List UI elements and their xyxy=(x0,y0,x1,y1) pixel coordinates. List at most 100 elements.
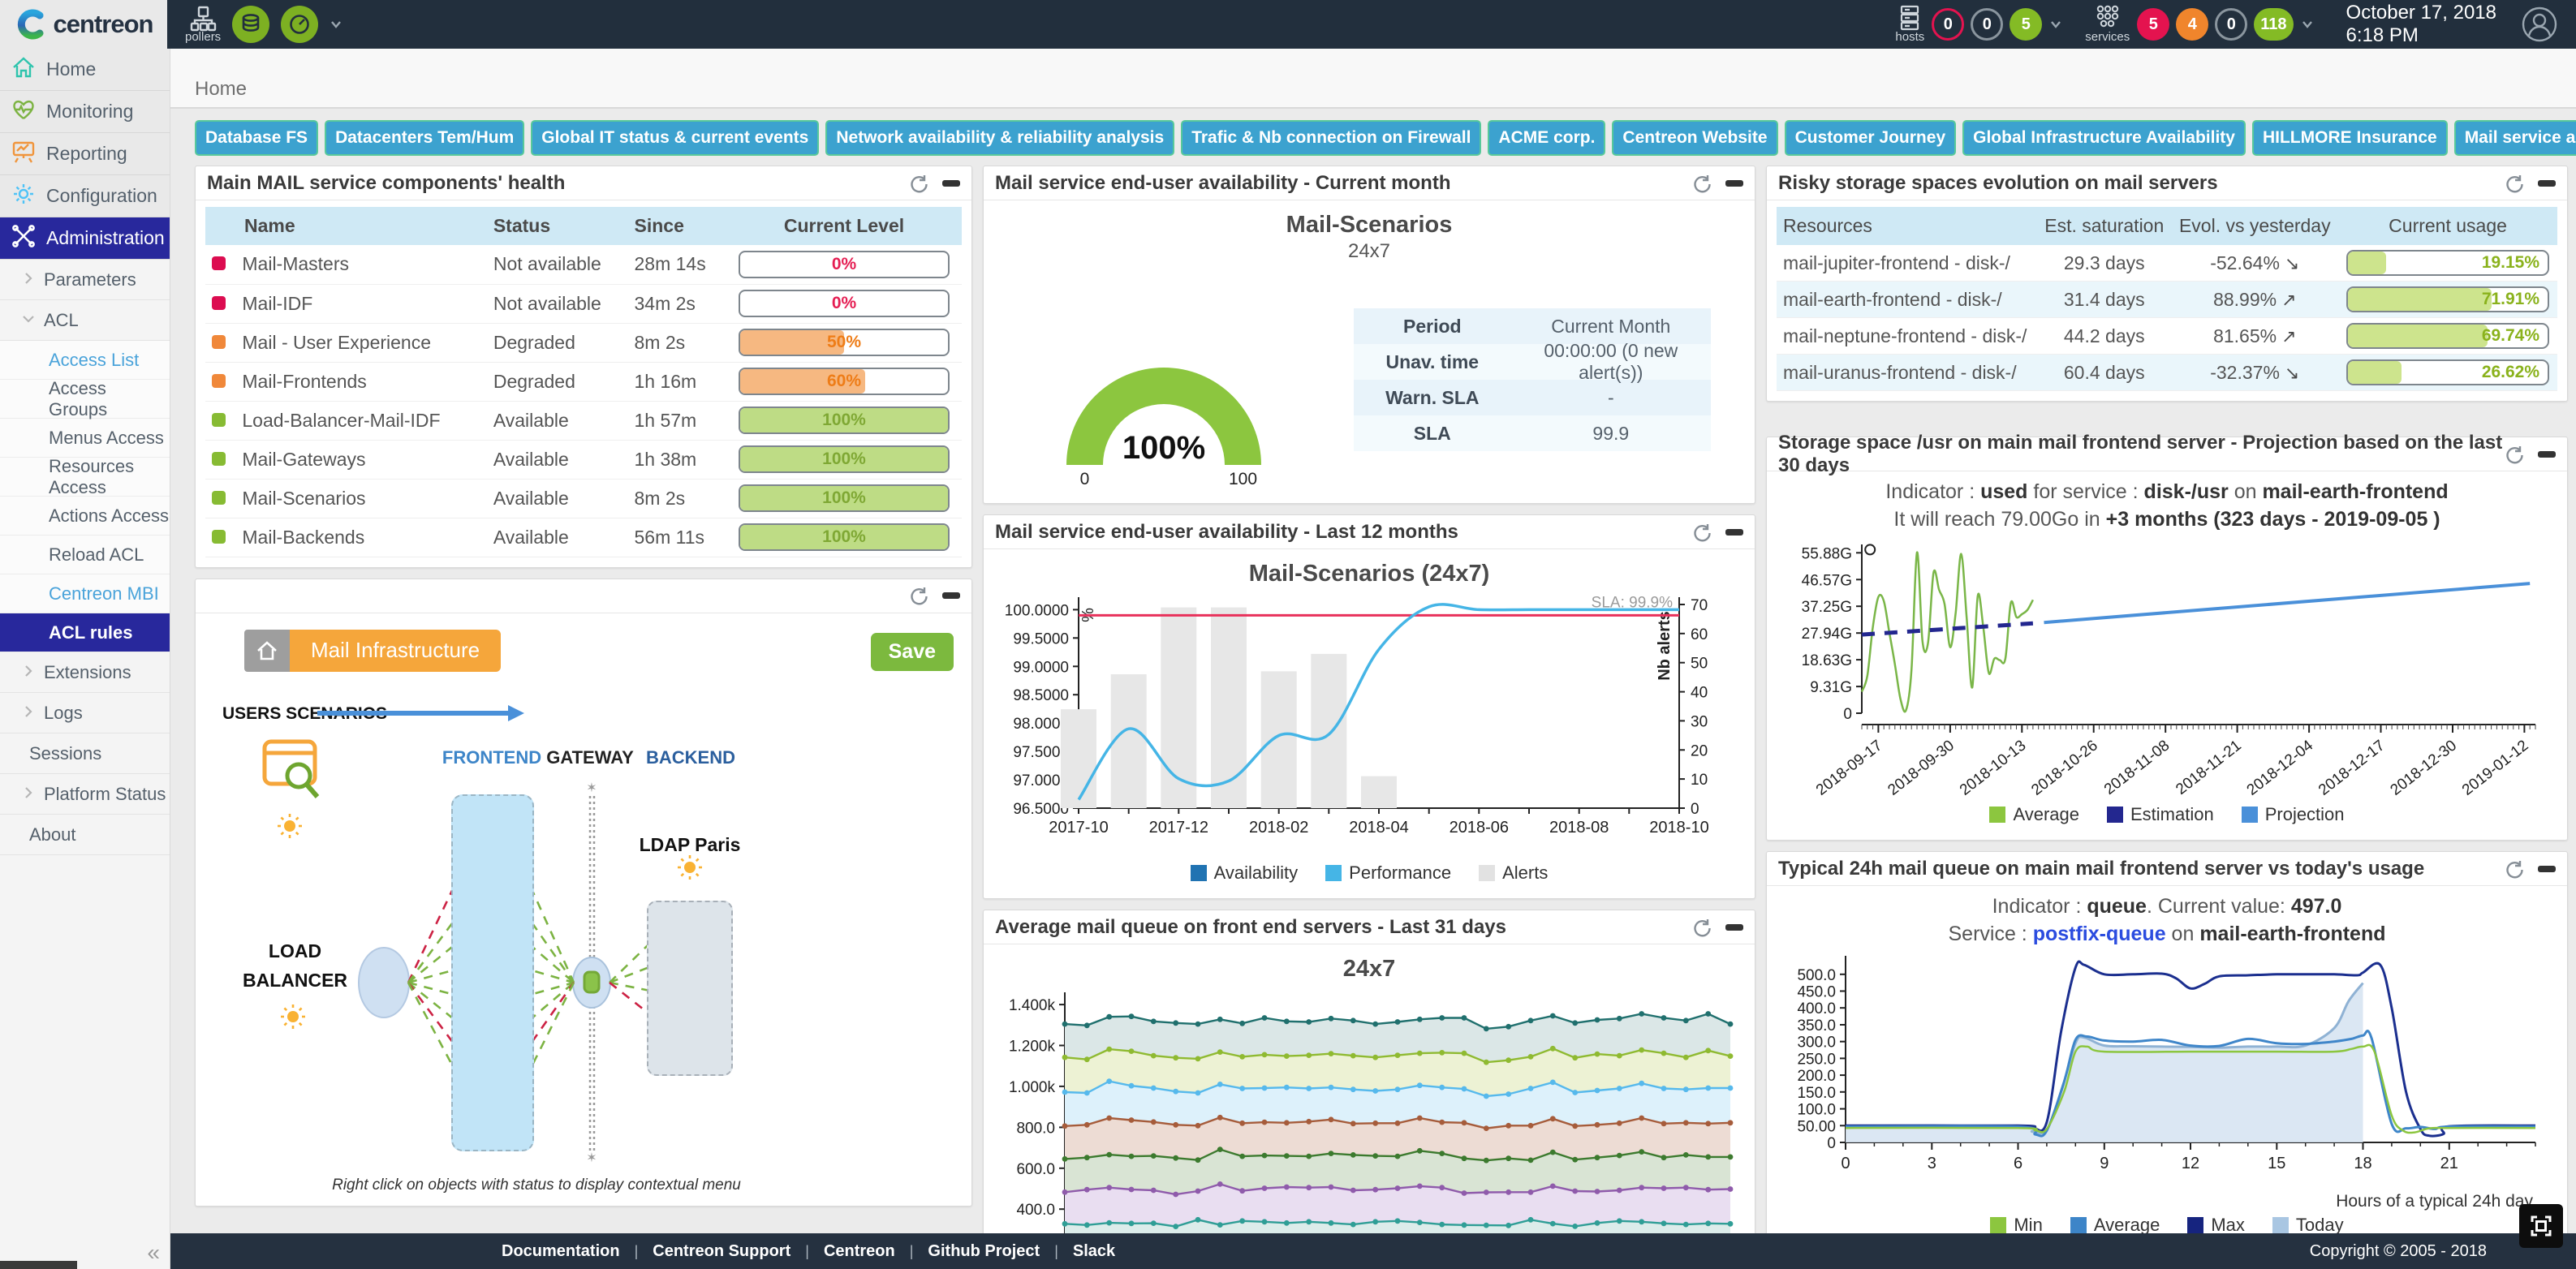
services-badge-3[interactable]: 118 xyxy=(2254,8,2293,41)
refresh-icon[interactable] xyxy=(1691,522,1712,543)
services-badge-0[interactable]: 5 xyxy=(2137,8,2169,41)
footer-link-github-project[interactable]: Github Project xyxy=(913,1242,1054,1261)
sla-info-table: PeriodCurrent MonthUnav. time00:00:00 (0… xyxy=(1354,308,1711,451)
legend-swatch xyxy=(2070,1217,2087,1233)
services-icon-block[interactable]: services xyxy=(2085,5,2130,44)
collapse-panel-icon[interactable] xyxy=(1725,924,1743,931)
collapse-panel-icon[interactable] xyxy=(1725,529,1743,536)
usage-bar: 26.62% xyxy=(2346,359,2549,385)
collapse-panel-icon[interactable] xyxy=(942,180,960,187)
database-status-icon[interactable] xyxy=(232,6,269,43)
table-row: Mail-IDFNot available34m 2s0% xyxy=(205,284,962,323)
latency-status-icon[interactable] xyxy=(281,6,318,43)
pollers-chevron-down-icon[interactable] xyxy=(330,18,342,31)
footer-link-documentation[interactable]: Documentation xyxy=(487,1242,635,1261)
hosts-chevron-down-icon[interactable] xyxy=(2049,18,2062,31)
panel-title: Average mail queue on front end servers … xyxy=(995,916,1506,939)
horizontal-scrollbar[interactable] xyxy=(0,1261,77,1269)
map-title[interactable]: Mail Infrastructure xyxy=(290,630,501,672)
legend-swatch xyxy=(2242,807,2258,823)
main-content: Home Database FSDatacenters Tem/HumGloba… xyxy=(170,49,2576,1233)
hosts-badge-0[interactable]: 0 xyxy=(1932,8,1964,41)
hosts-badge-1[interactable]: 0 xyxy=(1971,8,2003,41)
level-cell: 100% xyxy=(726,518,962,557)
chevron-down-icon[interactable] xyxy=(21,310,36,331)
collapse-panel-icon[interactable] xyxy=(2538,866,2556,872)
sidebar-item-access-groups[interactable]: Access Groups xyxy=(0,380,170,419)
tab-centreon-website[interactable]: Centreon Website xyxy=(1612,120,1777,156)
chevron-right-icon[interactable] xyxy=(21,269,36,290)
map-home-button[interactable] xyxy=(244,630,290,672)
refresh-icon[interactable] xyxy=(1691,173,1712,194)
tab-acme-corp-[interactable]: ACME corp. xyxy=(1488,120,1605,156)
sidebar-item-configuration[interactable]: Configuration xyxy=(0,175,170,217)
fullscreen-button[interactable] xyxy=(2519,1204,2563,1248)
sidebar-item-monitoring[interactable]: Monitoring xyxy=(0,91,170,133)
sidebar-item-menus-access[interactable]: Menus Access xyxy=(0,419,170,458)
tab-trafic-nb-connection-on-firewall[interactable]: Trafic & Nb connection on Firewall xyxy=(1181,120,1481,156)
pollers-icon[interactable]: pollers xyxy=(185,6,221,44)
footer-link-centreon[interactable]: Centreon xyxy=(809,1242,910,1261)
legend-label: Availability xyxy=(1214,862,1299,884)
footer-link-centreon-support[interactable]: Centreon Support xyxy=(638,1242,805,1261)
user-avatar[interactable] xyxy=(2521,6,2558,43)
refresh-icon[interactable] xyxy=(2504,858,2525,880)
chevron-right-icon[interactable] xyxy=(21,784,36,805)
footer-link-slack[interactable]: Slack xyxy=(1058,1242,1130,1261)
collapse-panel-icon[interactable] xyxy=(2538,180,2556,187)
sidebar-item-acl-rules[interactable]: ACL rules xyxy=(0,613,170,652)
sidebar-item-resources-access[interactable]: Resources Access xyxy=(0,458,170,497)
sidebar-item-home[interactable]: Home xyxy=(0,49,170,91)
sidebar-item-extensions[interactable]: Extensions xyxy=(0,652,170,693)
breadcrumb[interactable]: Home xyxy=(170,49,2576,109)
centreon-logo[interactable]: centreon xyxy=(0,0,167,49)
sidebar-collapse-button[interactable]: « xyxy=(147,1240,160,1266)
tab-global-infrastructure-availability[interactable]: Global Infrastructure Availability xyxy=(1962,120,2246,156)
svg-text:98.5000: 98.5000 xyxy=(1013,687,1069,704)
refresh-icon[interactable] xyxy=(908,173,929,194)
chevron-right-icon[interactable] xyxy=(21,662,36,683)
hosts-badge-2[interactable]: 5 xyxy=(2010,8,2042,41)
tab-database-fs[interactable]: Database FS xyxy=(195,120,318,156)
refresh-icon[interactable] xyxy=(908,585,929,606)
sidebar-item-acl[interactable]: ACL xyxy=(0,300,170,341)
sidebar-item-logs[interactable]: Logs xyxy=(0,693,170,733)
tab-customer-journey[interactable]: Customer Journey xyxy=(1785,120,1957,156)
sidebar-item-platform-status[interactable]: Platform Status xyxy=(0,774,170,815)
sidebar-item-centreon-mbi[interactable]: Centreon MBI xyxy=(0,574,170,613)
sidebar-item-reporting[interactable]: Reporting xyxy=(0,133,170,175)
svg-text:Nb alerts: Nb alerts xyxy=(1656,611,1674,681)
save-button[interactable]: Save xyxy=(871,633,954,671)
sidebar-item-access-list[interactable]: Access List xyxy=(0,341,170,380)
collapse-panel-icon[interactable] xyxy=(2538,451,2556,458)
tab-hillmore-insurance[interactable]: HILLMORE Insurance xyxy=(2252,120,2448,156)
svg-text:350.0: 350.0 xyxy=(1797,1017,1836,1035)
svg-text:2017-12: 2017-12 xyxy=(1149,819,1208,837)
services-chevron-down-icon[interactable] xyxy=(2301,18,2314,31)
info-value: 00:00:00 (0 new alert(s)) xyxy=(1511,340,1711,384)
sidebar-item-sessions[interactable]: Sessions xyxy=(0,733,170,774)
sidebar-item-parameters[interactable]: Parameters xyxy=(0,260,170,300)
services-badge-2[interactable]: 0 xyxy=(2215,8,2247,41)
tab-network-availability-reliability-analysis[interactable]: Network availability & reliability analy… xyxy=(825,120,1174,156)
refresh-icon[interactable] xyxy=(2504,173,2525,194)
service-link[interactable]: postfix-queue xyxy=(2033,923,2166,945)
legend-item: Alerts xyxy=(1479,862,1548,884)
tab-mail-service-analysis[interactable]: Mail service analysis xyxy=(2454,120,2576,156)
refresh-icon[interactable] xyxy=(2504,444,2525,465)
collapse-panel-icon[interactable] xyxy=(942,592,960,599)
tab-global-it-status-current-events[interactable]: Global IT status & current events xyxy=(531,120,819,156)
svg-text:6: 6 xyxy=(2014,1155,2022,1172)
sidebar-item-actions-access[interactable]: Actions Access xyxy=(0,497,170,536)
hosts-icon-block[interactable]: hosts xyxy=(1895,5,1924,44)
collapse-panel-icon[interactable] xyxy=(1725,180,1743,187)
chevron-right-icon[interactable] xyxy=(21,703,36,724)
services-badge-1[interactable]: 4 xyxy=(2176,8,2208,41)
info-row: Unav. time00:00:00 (0 new alert(s)) xyxy=(1354,344,1711,380)
tab-datacenters-tem-hum[interactable]: Datacenters Tem/Hum xyxy=(325,120,524,156)
sidebar-item-administration[interactable]: Administration xyxy=(0,217,170,260)
sidebar-item-reload-acl[interactable]: Reload ACL xyxy=(0,536,170,574)
refresh-icon[interactable] xyxy=(1691,917,1712,938)
sidebar-item-about[interactable]: About xyxy=(0,815,170,855)
level-cell: 50% xyxy=(726,323,962,362)
